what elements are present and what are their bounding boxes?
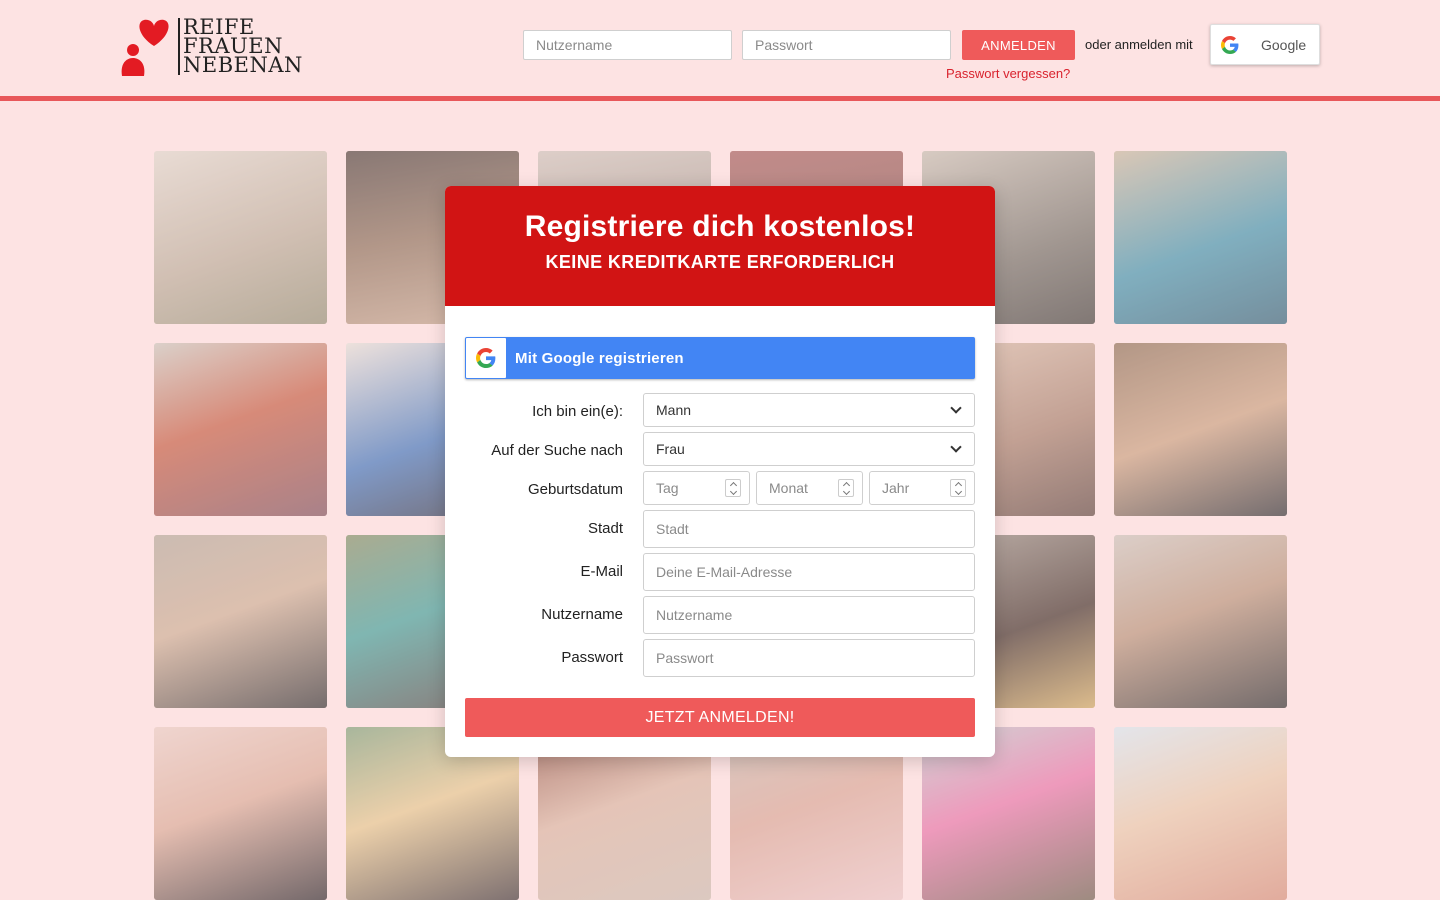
- profile-photo[interactable]: [1114, 151, 1287, 324]
- gender-select-value: Mann: [656, 402, 692, 418]
- registration-subtitle: KEINE KREDITKARTE ERFORDERLICH: [545, 252, 895, 272]
- logo-line-3: NEBENAN: [183, 53, 303, 77]
- seeking-select[interactable]: Frau: [643, 432, 975, 466]
- profile-photo[interactable]: [154, 535, 327, 708]
- username-label: Nutzername: [541, 606, 623, 623]
- header-login-button[interactable]: ANMELDEN: [962, 30, 1075, 60]
- header-divider: [0, 96, 1440, 101]
- heart-person-logo-icon: [121, 19, 169, 76]
- registration-title: Registriere dich kostenlos!: [524, 210, 916, 243]
- forgot-password-link[interactable]: Passwort vergessen?: [946, 66, 1070, 81]
- profile-photo[interactable]: [154, 151, 327, 324]
- login-alternative-text: oder anmelden mit: [1085, 37, 1193, 52]
- profile-photo[interactable]: [154, 727, 327, 900]
- header-password-input[interactable]: [742, 30, 951, 60]
- birthdate-label: Geburtsdatum: [527, 481, 623, 498]
- profile-photo[interactable]: [154, 343, 327, 516]
- profile-photo[interactable]: [1114, 343, 1287, 516]
- birth-day-placeholder: Tag: [656, 480, 679, 496]
- registration-modal-header: Registriere dich kostenlos! KEINE KREDIT…: [445, 186, 995, 306]
- birth-year-placeholder: Jahr: [882, 480, 910, 496]
- chevron-down-icon: [950, 402, 962, 414]
- password-input[interactable]: [643, 639, 975, 677]
- google-icon: [1221, 35, 1239, 54]
- gender-label: Ich bin ein(e):: [532, 403, 623, 420]
- city-label: Stadt: [587, 520, 623, 537]
- city-input[interactable]: [643, 510, 975, 548]
- email-label: E-Mail: [580, 563, 623, 580]
- birth-day-input[interactable]: Tag: [643, 471, 750, 505]
- gender-select[interactable]: Mann: [643, 393, 975, 427]
- google-register-button[interactable]: Mit Google registrieren: [465, 337, 975, 379]
- email-input[interactable]: [643, 553, 975, 591]
- profile-photo[interactable]: [1114, 727, 1287, 900]
- seeking-label: Auf der Suche nach: [491, 442, 623, 459]
- google-icon-box: [466, 338, 506, 378]
- site-logo[interactable]: REIFE FRAUEN NEBENAN: [118, 16, 303, 80]
- chevron-down-icon: [950, 441, 962, 453]
- registration-modal: Registriere dich kostenlos! KEINE KREDIT…: [445, 186, 995, 757]
- profile-photo[interactable]: [1114, 535, 1287, 708]
- spinner-icon[interactable]: [725, 479, 741, 497]
- birth-month-placeholder: Monat: [769, 480, 808, 496]
- header-username-input[interactable]: [523, 30, 732, 60]
- google-register-label: Mit Google registrieren: [515, 349, 684, 367]
- birth-year-input[interactable]: Jahr: [869, 471, 975, 505]
- google-login-label: Google: [1261, 36, 1307, 53]
- spinner-icon[interactable]: [838, 479, 854, 497]
- birth-month-input[interactable]: Monat: [756, 471, 863, 505]
- google-icon: [476, 348, 496, 368]
- register-submit-button[interactable]: JETZT ANMELDEN!: [465, 698, 975, 737]
- username-input[interactable]: [643, 596, 975, 634]
- password-label: Passwort: [561, 649, 623, 666]
- google-login-button[interactable]: Google: [1210, 24, 1320, 65]
- spinner-icon[interactable]: [950, 479, 966, 497]
- seeking-select-value: Frau: [656, 441, 685, 457]
- logo-wordmark: REIFE FRAUEN NEBENAN: [178, 17, 303, 77]
- site-header: REIFE FRAUEN NEBENAN ANMELDEN Passwort v…: [0, 0, 1440, 96]
